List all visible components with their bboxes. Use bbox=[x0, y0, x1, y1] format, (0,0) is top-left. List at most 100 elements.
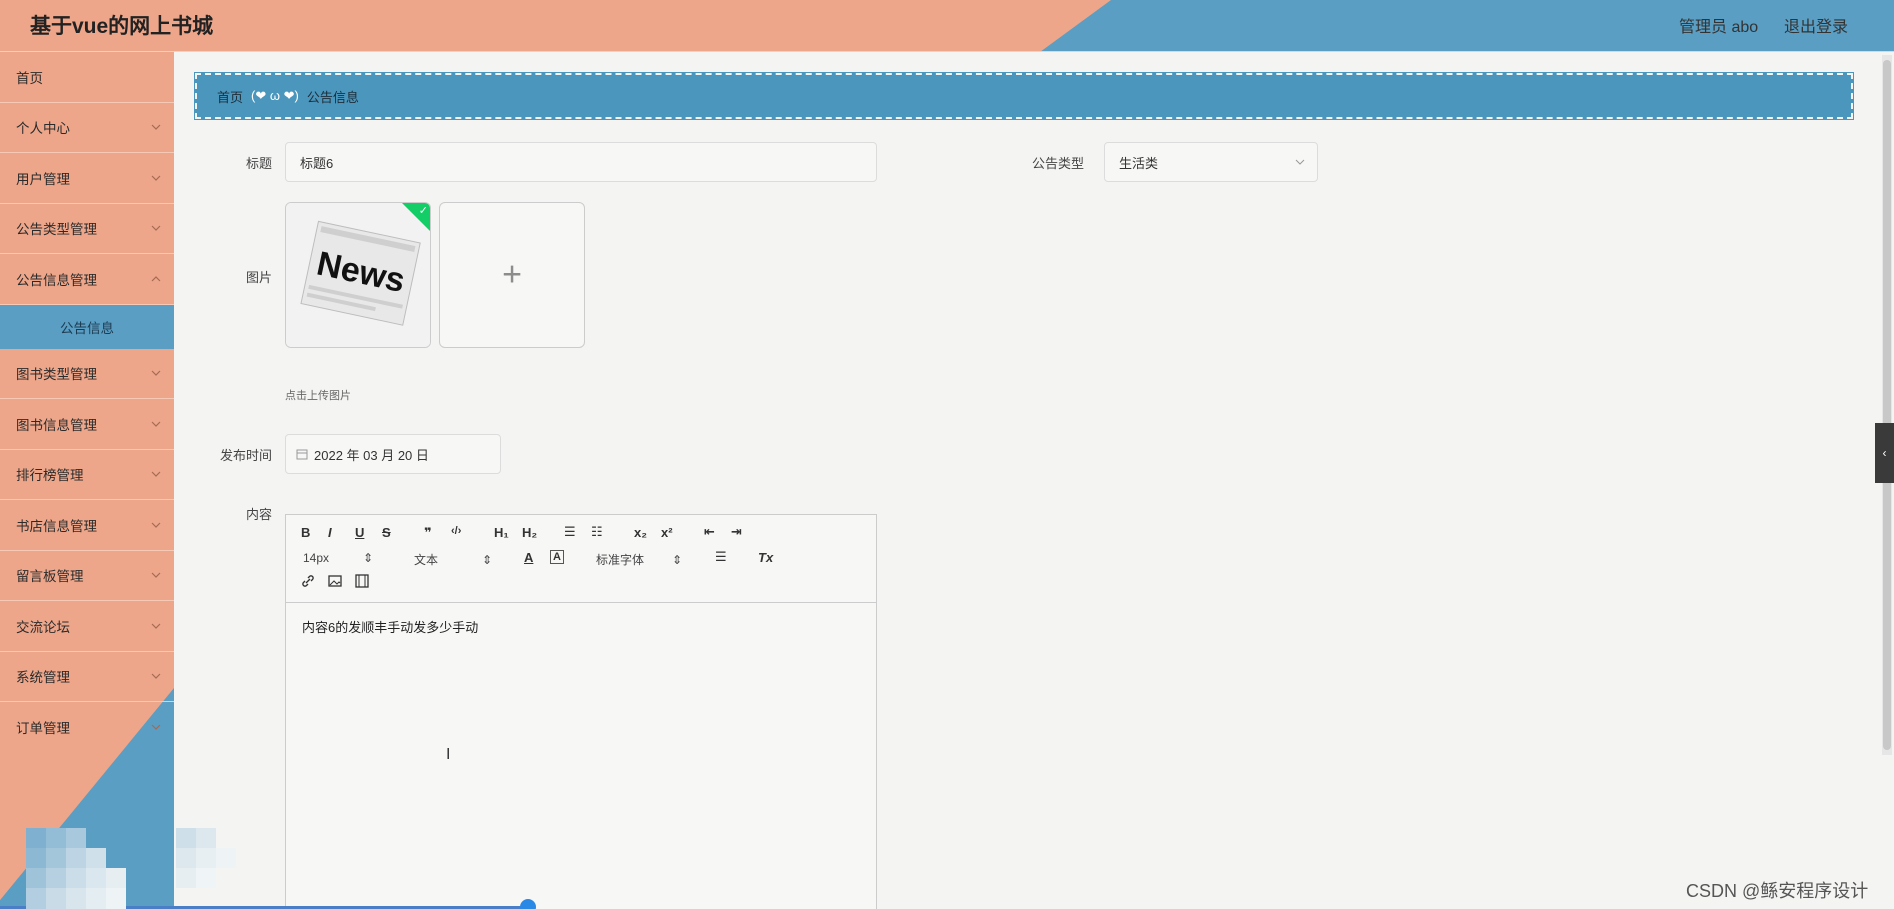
app-title: 基于vue的网上书城 bbox=[30, 15, 214, 38]
chevron-down-icon bbox=[151, 471, 161, 478]
image-icon[interactable] bbox=[328, 574, 342, 588]
calendar-icon bbox=[296, 449, 308, 460]
chevron-down-icon bbox=[151, 421, 161, 427]
outdent-button[interactable]: ⇤ bbox=[704, 524, 715, 540]
sidebar: 首页 个人中心 用户管理 公告类型管理 公告信息管理 公告信息 图书类型管理 图… bbox=[0, 52, 174, 909]
indent-button[interactable]: ⇥ bbox=[731, 524, 742, 540]
code-block-button[interactable]: ‹/› bbox=[451, 525, 461, 537]
editor-toolbar: B I U S ❞ ‹/› H₁ H₂ ☰ ☷ x₂ x² ⇤ ⇥ 14px ⇕ … bbox=[286, 515, 876, 603]
font-size-value: 14px bbox=[303, 551, 330, 565]
sidebar-item-label: 公告信息管理 bbox=[16, 272, 97, 288]
chevron-down-icon bbox=[151, 522, 161, 528]
main-content: 首页 (❤ ω ❤) 公告信息 标题 标题6 公告类型 生活类 图片 News … bbox=[174, 52, 1874, 909]
chevron-down-icon bbox=[151, 175, 161, 181]
updown-icon: ⇕ bbox=[363, 551, 374, 565]
notice-type-select[interactable]: 生活类 bbox=[1104, 142, 1318, 182]
sidebar-item-ranking-mgmt[interactable]: 排行榜管理 bbox=[0, 450, 174, 500]
sidebar-menu: 首页 个人中心 用户管理 公告类型管理 公告信息管理 公告信息 图书类型管理 图… bbox=[0, 52, 174, 753]
page-scrollbar-thumb[interactable] bbox=[1883, 60, 1891, 750]
editor-paragraph: 内容6的发顺丰手动发多少手动 bbox=[302, 620, 479, 635]
header-select[interactable]: 文本 ⇕ bbox=[414, 551, 492, 568]
sidebar-item-label: 图书信息管理 bbox=[16, 417, 97, 433]
title-input[interactable]: 标题6 bbox=[285, 142, 877, 182]
sidebar-subitem-notice-info[interactable]: 公告信息 bbox=[0, 304, 174, 349]
logout-button[interactable]: 退出登录 bbox=[1784, 13, 1848, 37]
rich-text-editor: B I U S ❞ ‹/› H₁ H₂ ☰ ☷ x₂ x² ⇤ ⇥ 14px ⇕ … bbox=[285, 514, 877, 909]
background-color-button[interactable]: A bbox=[550, 550, 564, 564]
sidebar-item-user-mgmt[interactable]: 用户管理 bbox=[0, 153, 174, 204]
notice-type-label: 公告类型 bbox=[1031, 156, 1084, 171]
sidebar-item-notice-info-mgmt[interactable]: 公告信息管理 bbox=[0, 254, 174, 305]
sidebar-item-system-mgmt[interactable]: 系统管理 bbox=[0, 652, 174, 702]
image-label: 图片 bbox=[245, 270, 272, 285]
chevron-down-icon bbox=[151, 225, 161, 232]
blockquote-button[interactable]: ❞ bbox=[424, 525, 432, 541]
chevron-down-icon bbox=[151, 673, 161, 680]
progress-handle[interactable] bbox=[520, 899, 536, 909]
upload-image-button[interactable]: + bbox=[439, 202, 585, 348]
breadcrumb-home[interactable]: 首页 bbox=[217, 87, 243, 106]
superscript-button[interactable]: x² bbox=[661, 525, 673, 540]
h2-button[interactable]: H₂ bbox=[522, 525, 537, 540]
side-panel-toggle[interactable]: ‹ bbox=[1875, 423, 1894, 483]
chevron-down-icon bbox=[151, 623, 161, 629]
sidebar-item-order-mgmt[interactable]: 订单管理 bbox=[0, 702, 174, 753]
plus-icon: + bbox=[502, 255, 522, 294]
bold-button[interactable]: B bbox=[301, 525, 310, 540]
strike-button[interactable]: S bbox=[382, 525, 391, 540]
upload-hint: 点击上传图片 bbox=[285, 390, 351, 402]
chevron-down-icon bbox=[151, 370, 161, 377]
chevron-down-icon bbox=[151, 724, 161, 731]
link-icon[interactable] bbox=[301, 574, 315, 588]
sidebar-item-personal-center[interactable]: 个人中心 bbox=[0, 103, 174, 153]
h1-button[interactable]: H₁ bbox=[494, 525, 509, 540]
user-info: 管理员 abo bbox=[1679, 19, 1759, 36]
sidebar-item-label: 公告类型管理 bbox=[16, 222, 97, 238]
breadcrumb-current: 公告信息 bbox=[306, 89, 359, 105]
chevron-left-icon: ‹ bbox=[1882, 446, 1887, 460]
check-icon: ✓ bbox=[418, 205, 428, 217]
uploaded-image[interactable]: News ✓ bbox=[285, 202, 431, 348]
pixel-decoration bbox=[26, 828, 236, 909]
sidebar-item-home[interactable]: 首页 bbox=[0, 52, 174, 103]
sidebar-item-label: 系统管理 bbox=[16, 670, 70, 686]
sidebar-item-forum[interactable]: 交流论坛 bbox=[0, 601, 174, 652]
font-size-select[interactable]: 14px ⇕ bbox=[303, 551, 373, 565]
sidebar-item-label: 留言板管理 bbox=[16, 569, 84, 585]
sidebar-item-message-board-mgmt[interactable]: 留言板管理 bbox=[0, 551, 174, 601]
header-select-value: 文本 bbox=[414, 553, 439, 567]
sidebar-item-book-info-mgmt[interactable]: 图书信息管理 bbox=[0, 399, 174, 450]
sidebar-item-notice-type-mgmt[interactable]: 公告类型管理 bbox=[0, 204, 174, 254]
top-header: 基于vue的网上书城 管理员 abo 退出登录 bbox=[0, 0, 1894, 52]
text-cursor-icon: I bbox=[446, 746, 451, 763]
sidebar-item-label: 图书类型管理 bbox=[16, 367, 97, 383]
title-input-value: 标题6 bbox=[300, 155, 334, 171]
font-family-value: 标准字体 bbox=[596, 553, 645, 567]
sidebar-item-bookstore-mgmt[interactable]: 书店信息管理 bbox=[0, 500, 174, 551]
sidebar-item-label: 排行榜管理 bbox=[16, 468, 84, 484]
sidebar-item-label: 书店信息管理 bbox=[16, 518, 97, 534]
align-button[interactable]: ☰ bbox=[715, 549, 727, 565]
font-color-button[interactable]: A bbox=[524, 550, 533, 565]
chevron-down-icon bbox=[151, 572, 161, 579]
sidebar-item-label: 交流论坛 bbox=[16, 619, 70, 635]
font-family-select[interactable]: 标准字体 ⇕ bbox=[596, 551, 682, 568]
underline-button[interactable]: U bbox=[355, 525, 364, 540]
video-icon[interactable] bbox=[355, 574, 369, 588]
italic-button[interactable]: I bbox=[328, 525, 332, 540]
ordered-list-button[interactable]: ☰ bbox=[564, 524, 576, 540]
content-label: 内容 bbox=[245, 507, 272, 522]
sidebar-item-book-type-mgmt[interactable]: 图书类型管理 bbox=[0, 349, 174, 399]
publish-time-picker[interactable]: 2022 年 03 月 20 日 bbox=[285, 434, 501, 474]
subscript-button[interactable]: x₂ bbox=[634, 525, 647, 540]
notice-type-value: 生活类 bbox=[1119, 155, 1159, 171]
watermark: CSDN @鲧安程序设计 bbox=[1686, 881, 1869, 901]
clean-format-button[interactable]: Tx bbox=[758, 550, 773, 565]
editor-content[interactable]: 内容6的发顺丰手动发多少手动 bbox=[286, 603, 876, 650]
bullet-list-button[interactable]: ☷ bbox=[591, 524, 603, 540]
chevron-down-icon bbox=[1295, 159, 1305, 165]
publish-time-value: 2022 年 03 月 20 日 bbox=[314, 447, 429, 463]
title-label: 标题 bbox=[245, 156, 272, 171]
sidebar-item-label: 订单管理 bbox=[16, 721, 70, 737]
header-decoration bbox=[1040, 0, 1894, 51]
